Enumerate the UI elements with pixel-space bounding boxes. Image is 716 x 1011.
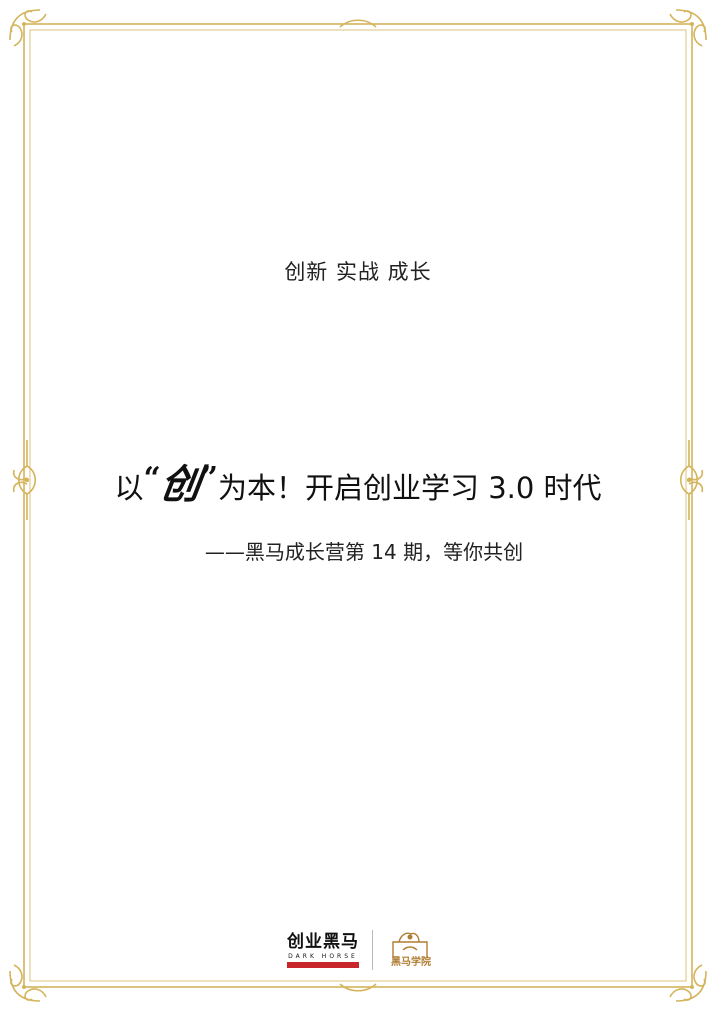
headline: 以“创”为本！开启创业学习 3.0 时代 — [0, 452, 716, 510]
dark-horse-logo: 创业黑马 DARK HORSE — [284, 932, 362, 968]
tagline: 创新 实战 成长 — [284, 260, 432, 284]
headline-prefix: 以 — [114, 471, 144, 505]
headline-quote-close: ” — [200, 461, 218, 496]
headline-quote-open: “ — [143, 461, 161, 496]
headline-suffix: 为本！开启创业学习 3.0 时代 — [217, 471, 602, 505]
dark-horse-school-logo: 黑马学院 — [385, 928, 435, 972]
dark-horse-logo-cn: 创业黑马 — [287, 932, 359, 952]
headline-hero-character: 创 — [156, 461, 204, 508]
dark-horse-logo-red-bar — [287, 962, 359, 968]
logo-divider — [372, 930, 373, 970]
school-name: 黑马学院 — [391, 957, 431, 968]
subheadline: ——黑马成长营第 14 期，等你共创 — [204, 540, 524, 564]
certificate-page: 创新 实战 成长 以“创”为本！开启创业学习 3.0 时代 ——黑马成长营第 1… — [0, 0, 716, 1011]
footer-logos: 创业黑马 DARK HORSE 黑马学院 — [284, 928, 435, 972]
dark-horse-logo-en: DARK HORSE — [288, 953, 358, 960]
